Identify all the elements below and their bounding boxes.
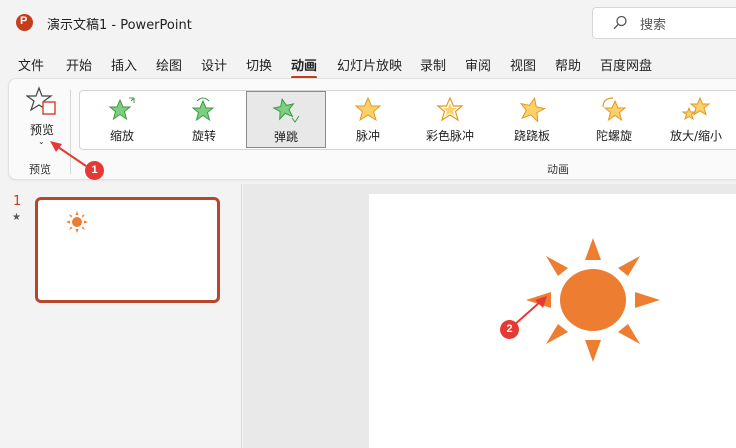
search-icon [613, 15, 627, 30]
tab-transitions[interactable]: 切换 [246, 55, 272, 74]
effect-label: 缩放 [109, 129, 134, 143]
tab-baidu-netdisk[interactable]: 百度网盘 [600, 55, 652, 74]
spin-star-icon [602, 97, 627, 122]
tab-design[interactable]: 设计 [201, 55, 227, 74]
search-placeholder: 搜索 [640, 18, 667, 33]
animations-group-label: 动画 [547, 163, 569, 176]
sun-thumbnail-icon [66, 211, 88, 233]
grow-shrink-star-icon [681, 96, 711, 121]
teeter-star-icon [519, 97, 547, 123]
preview-label: 预览 [30, 123, 55, 137]
tab-draw[interactable]: 绘图 [156, 55, 182, 74]
effect-label: 旋转 [191, 129, 216, 143]
chevron-down-icon[interactable]: ⌄ [38, 137, 45, 146]
effect-label: 陀螺旋 [595, 129, 632, 143]
window-title: 演示文稿1 - PowerPoint [47, 18, 192, 33]
animation-marker-icon: ★ [12, 212, 21, 223]
tab-slideshow[interactable]: 幻灯片放映 [337, 55, 402, 74]
effect-gyro-spin[interactable]: 陀螺旋 [574, 91, 654, 148]
zoom-star-icon [108, 97, 135, 121]
tab-animations[interactable]: 动画 [291, 55, 318, 79]
effect-color-pulse[interactable]: 彩色脉冲 [410, 91, 490, 148]
effect-grow-shrink[interactable]: 放大/缩小 [656, 91, 736, 148]
effect-zoom[interactable]: 缩放 [82, 91, 162, 148]
preview-group-label: 预览 [29, 163, 51, 176]
slide-thumbnail[interactable] [35, 197, 220, 303]
annotation-badge-2: 2 [500, 320, 519, 339]
effect-bounce[interactable]: 弹跳 [246, 91, 326, 148]
effect-label: 跷跷板 [513, 129, 550, 143]
tab-home[interactable]: 开始 [66, 55, 92, 74]
preview-star-icon [26, 86, 56, 115]
bounce-star-icon [272, 97, 300, 123]
effect-label: 放大/缩小 [669, 129, 723, 143]
pulse-star-icon [354, 96, 382, 122]
group-divider [70, 90, 71, 174]
tab-insert[interactable]: 插入 [111, 55, 137, 74]
sun-shape[interactable] [526, 238, 660, 362]
tab-review[interactable]: 审阅 [465, 55, 491, 74]
effect-label: 脉冲 [355, 129, 380, 143]
tab-view[interactable]: 视图 [510, 55, 536, 74]
tab-file[interactable]: 文件 [18, 55, 44, 74]
ribbon-tabs: 文件 开始 插入 绘图 设计 切换 动画 幻灯片放映 录制 审阅 视图 帮助 百… [0, 50, 736, 79]
effect-teeter[interactable]: 跷跷板 [492, 91, 572, 148]
spin-star-icon [191, 97, 215, 122]
title-bar: 演示文稿1 - PowerPoint 搜索 [0, 0, 736, 46]
powerpoint-app-icon [16, 14, 33, 31]
effect-spin[interactable]: 旋转 [164, 91, 244, 148]
effect-label: 弹跳 [273, 130, 298, 144]
tab-record[interactable]: 录制 [420, 55, 446, 74]
effect-pulse[interactable]: 脉冲 [328, 91, 408, 148]
effect-label: 彩色脉冲 [425, 129, 474, 143]
tab-help[interactable]: 帮助 [555, 55, 581, 74]
slide-number: 1 [13, 194, 22, 209]
color-pulse-star-icon [436, 96, 464, 122]
annotation-badge-1: 1 [85, 161, 104, 180]
